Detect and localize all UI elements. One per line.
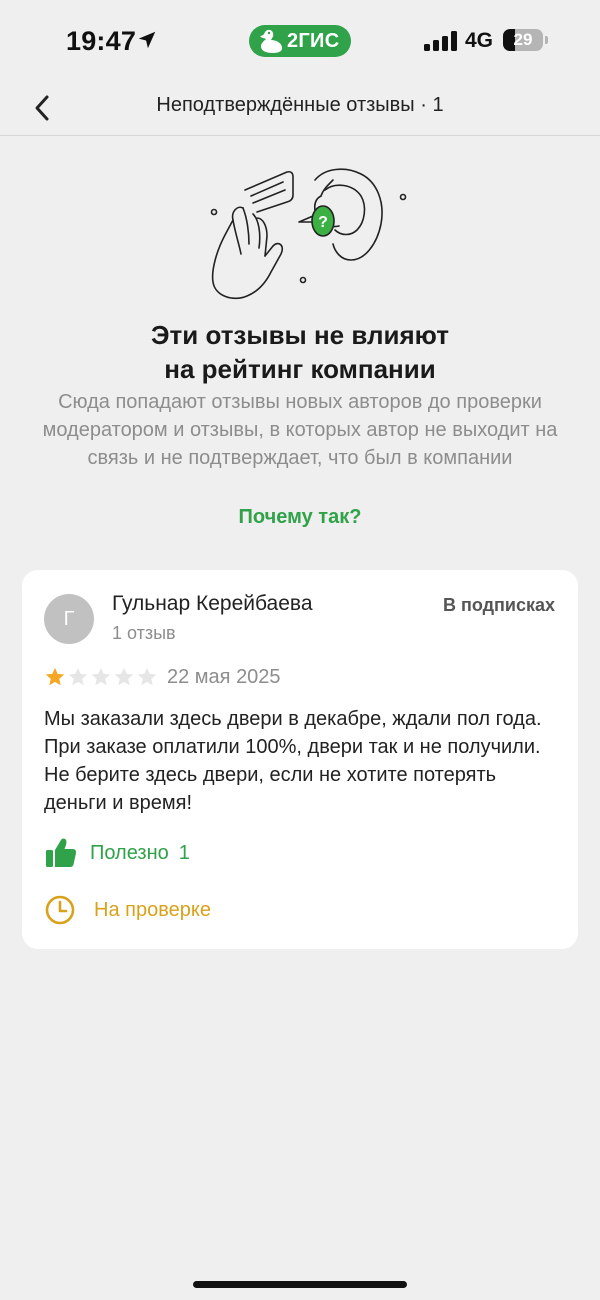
review-text: Мы заказали здесь двери в декабре, ждали…	[44, 708, 542, 814]
why-link[interactable]: Почему так?	[150, 506, 450, 529]
author-name[interactable]: Гульнар Керейбаева	[112, 592, 313, 616]
author-review-count: 1 отзыв	[112, 623, 176, 643]
app-badge[interactable]: 2ГИС	[249, 25, 351, 57]
thumbs-up-icon	[46, 838, 77, 867]
page-title: Неподтверждённые отзывы · 1	[156, 94, 444, 116]
star-empty-icon	[137, 667, 157, 686]
info-heading: Эти отзывы не влияют на рейтинг компании	[40, 318, 560, 386]
avatar[interactable]: Г	[44, 594, 94, 644]
nav-bar: Неподтверждённые отзывы · 1	[0, 80, 600, 136]
moderation-status: На проверке	[44, 894, 211, 926]
helpful-label: Полезно	[90, 841, 169, 864]
battery-nub	[545, 36, 548, 44]
star-empty-icon	[114, 667, 134, 686]
star-empty-icon	[91, 667, 111, 686]
status-time: 19:47	[66, 26, 137, 56]
battery-level: 29	[513, 30, 533, 49]
status-bar: 19:47 2ГИС 4G 29	[0, 0, 600, 80]
helpful-button[interactable]: Полезно 1	[44, 836, 190, 870]
svg-text:?: ?	[318, 214, 328, 231]
location-arrow-icon	[138, 31, 156, 49]
subscription-button[interactable]: В подписках	[443, 595, 555, 616]
star-filled-icon	[45, 667, 65, 686]
rating-stars	[44, 666, 158, 688]
cellular-signal-icon	[424, 31, 457, 51]
goose-logo-icon	[260, 29, 283, 53]
home-indicator[interactable]	[193, 1281, 407, 1288]
hands-question-illustration: ?	[210, 168, 407, 300]
battery-indicator: 29	[503, 29, 548, 51]
star-empty-icon	[68, 667, 88, 686]
app-badge-label: 2ГИС	[287, 30, 340, 52]
helpful-count: 1	[178, 841, 190, 864]
info-description: Сюда попадают отзывы новых авторов до пр…	[42, 391, 558, 469]
review-card: Г Гульнар Керейбаева 1 отзыв В подписках…	[22, 570, 578, 949]
chevron-left-icon	[35, 95, 49, 121]
info-heading-line2: на рейтинг компании	[164, 354, 436, 384]
review-date: 22 мая 2025	[167, 666, 281, 688]
moderation-label: На проверке	[94, 898, 211, 921]
battery-icon: 29	[503, 29, 543, 51]
info-heading-line1: Эти отзывы не влияют	[151, 320, 449, 350]
network-type: 4G	[465, 29, 494, 52]
back-button[interactable]	[24, 90, 60, 126]
clock-icon	[45, 895, 75, 925]
